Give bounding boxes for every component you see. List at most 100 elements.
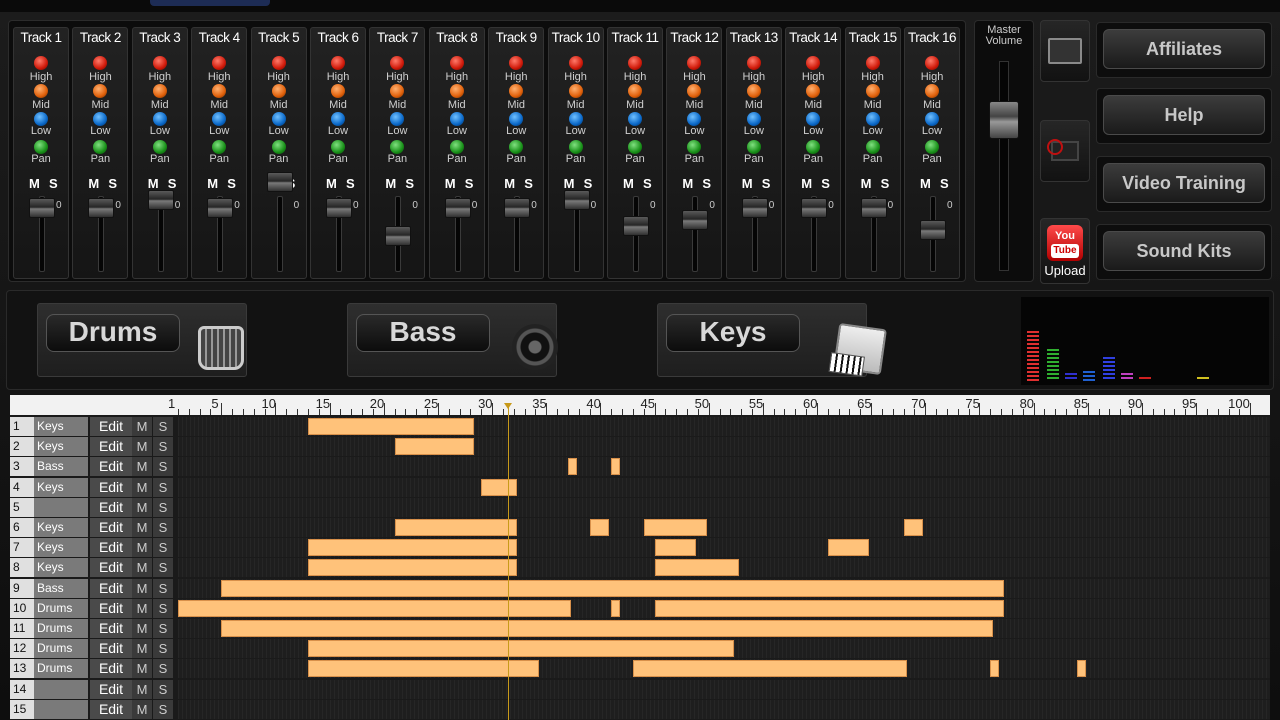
row-lane[interactable] <box>178 639 1270 659</box>
mid-knob[interactable] <box>687 84 702 98</box>
solo-button[interactable]: S <box>524 176 533 191</box>
sound-kits-button[interactable]: Sound Kits <box>1103 231 1265 271</box>
solo-button[interactable]: S <box>881 176 890 191</box>
row-instrument-name[interactable]: Keys <box>34 477 88 497</box>
row-mute-button[interactable]: M <box>132 457 152 477</box>
row-solo-button[interactable]: S <box>153 619 173 638</box>
fader-handle[interactable] <box>444 198 471 218</box>
fader-handle[interactable] <box>326 198 352 218</box>
solo-button[interactable]: S <box>643 176 652 191</box>
row-mute-button[interactable]: M <box>132 477 152 497</box>
row-edit-button[interactable]: Edit <box>90 417 132 436</box>
row-solo-button[interactable]: S <box>153 437 173 457</box>
bass-button[interactable]: Bass <box>356 314 490 352</box>
row-instrument-name[interactable]: Keys <box>34 437 88 457</box>
timeline-ruler[interactable]: 1 5 10 15 20 25 30 35 40 45 50 55 60 65 70 75 80 85 90 95 10… <box>10 395 1270 415</box>
row-instrument-name[interactable]: Drums <box>34 619 88 638</box>
mute-button[interactable]: M <box>445 176 456 191</box>
high-knob[interactable] <box>687 56 702 70</box>
pattern-block[interactable] <box>307 418 474 435</box>
high-knob[interactable] <box>34 56 48 70</box>
fader-handle[interactable] <box>741 198 768 218</box>
pan-knob[interactable] <box>390 140 405 154</box>
high-knob[interactable] <box>865 56 880 70</box>
mute-button[interactable]: M <box>88 176 99 191</box>
row-mute-button[interactable]: M <box>132 699 152 719</box>
row-instrument-name[interactable]: Keys <box>34 518 88 537</box>
row-solo-button[interactable]: S <box>153 417 173 436</box>
high-knob[interactable] <box>331 56 345 70</box>
pan-knob[interactable] <box>746 140 761 154</box>
row-mute-button[interactable]: M <box>132 417 152 436</box>
pattern-block[interactable] <box>632 660 907 678</box>
mid-knob[interactable] <box>925 84 939 98</box>
pattern-block[interactable] <box>567 458 577 476</box>
mid-knob[interactable] <box>93 84 108 98</box>
row-instrument-name[interactable]: Drums <box>34 598 88 618</box>
row-instrument-name[interactable] <box>34 699 88 719</box>
low-knob[interactable] <box>152 112 167 126</box>
row-edit-button[interactable]: Edit <box>90 538 132 558</box>
low-knob[interactable] <box>449 112 464 126</box>
row-edit-button[interactable]: Edit <box>90 558 132 578</box>
high-knob[interactable] <box>390 56 405 70</box>
row-solo-button[interactable]: S <box>153 457 173 477</box>
pattern-block[interactable] <box>654 599 1005 617</box>
row-lane[interactable] <box>178 437 1270 457</box>
pattern-block[interactable] <box>221 579 1005 597</box>
low-knob[interactable] <box>390 112 405 126</box>
row-edit-button[interactable]: Edit <box>90 477 132 497</box>
row-solo-button[interactable]: S <box>153 659 173 679</box>
high-knob[interactable] <box>509 56 524 70</box>
pan-knob[interactable] <box>34 140 48 154</box>
pattern-block[interactable] <box>654 539 696 557</box>
low-knob[interactable] <box>271 112 286 126</box>
solo-button[interactable]: S <box>821 176 830 191</box>
solo-button[interactable]: S <box>702 176 711 191</box>
row-mute-button[interactable]: M <box>132 679 152 699</box>
row-mute-button[interactable]: M <box>132 518 152 537</box>
row-lane[interactable] <box>178 417 1270 436</box>
solo-button[interactable]: S <box>405 176 414 191</box>
solo-button[interactable]: S <box>168 176 177 191</box>
solo-button[interactable]: S <box>227 176 236 191</box>
playhead[interactable] <box>504 403 513 720</box>
row-lane[interactable] <box>178 578 1270 598</box>
row-lane[interactable] <box>178 659 1270 679</box>
pattern-block[interactable] <box>611 458 620 476</box>
pattern-block[interactable] <box>221 620 994 637</box>
high-knob[interactable] <box>568 56 583 70</box>
fader-handle[interactable] <box>563 190 590 210</box>
row-edit-button[interactable]: Edit <box>90 437 132 457</box>
fader-handle[interactable] <box>623 216 649 236</box>
pattern-block[interactable] <box>394 438 474 456</box>
keys-button[interactable]: Keys <box>666 314 800 352</box>
pattern-block[interactable] <box>481 478 517 496</box>
row-edit-button[interactable]: Edit <box>90 679 132 699</box>
row-edit-button[interactable]: Edit <box>90 578 132 598</box>
pattern-block[interactable] <box>589 519 610 536</box>
pattern-block[interactable] <box>990 660 999 678</box>
mute-button[interactable]: M <box>861 176 872 191</box>
master-fader-track[interactable] <box>999 61 1009 271</box>
high-knob[interactable] <box>271 56 286 70</box>
row-mute-button[interactable]: M <box>132 437 152 457</box>
mid-knob[interactable] <box>271 84 286 98</box>
low-knob[interactable] <box>628 112 642 126</box>
pattern-block[interactable] <box>307 559 517 577</box>
record-button[interactable] <box>1040 120 1090 182</box>
row-lane[interactable] <box>178 619 1270 638</box>
pattern-block[interactable] <box>307 539 517 557</box>
mid-knob[interactable] <box>806 84 821 98</box>
row-instrument-name[interactable]: Bass <box>34 457 88 477</box>
mute-button[interactable]: M <box>682 176 693 191</box>
fader-handle[interactable] <box>266 172 293 192</box>
pan-knob[interactable] <box>93 140 108 154</box>
row-edit-button[interactable]: Edit <box>90 699 132 719</box>
high-knob[interactable] <box>152 56 167 70</box>
low-knob[interactable] <box>212 112 227 126</box>
row-instrument-name[interactable]: Keys <box>34 417 88 436</box>
row-lane[interactable] <box>178 538 1270 558</box>
mid-knob[interactable] <box>390 84 405 98</box>
low-knob[interactable] <box>865 112 880 126</box>
